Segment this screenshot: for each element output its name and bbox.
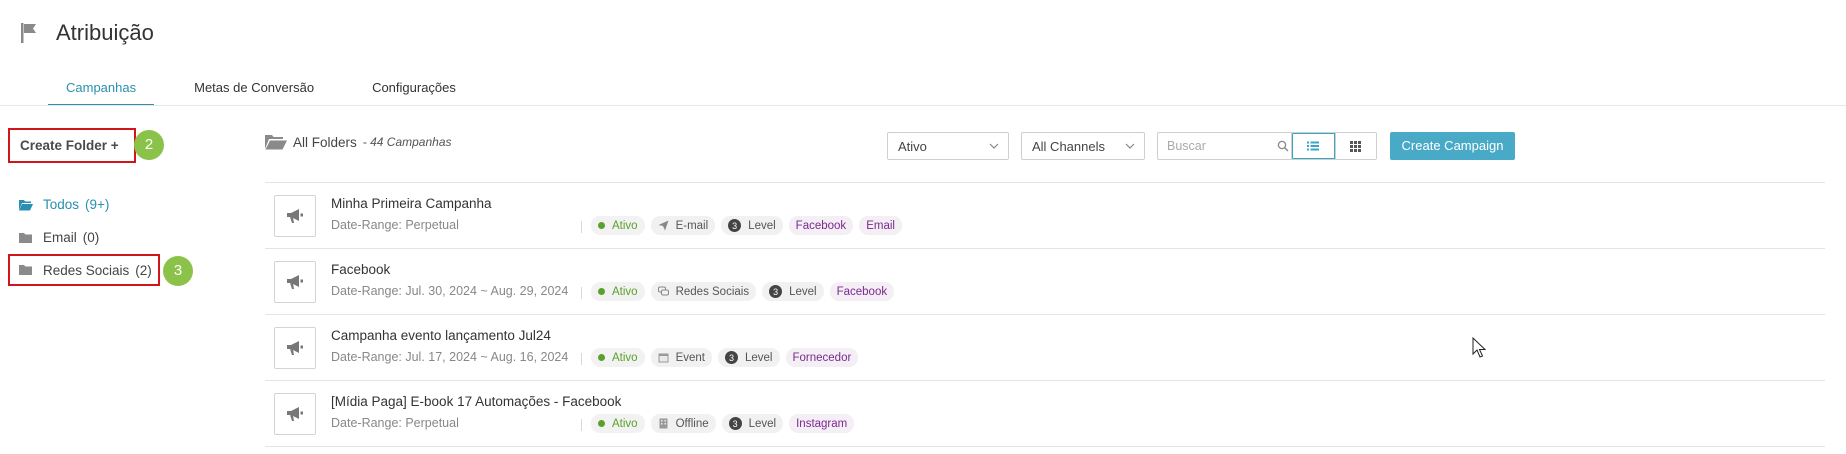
search-icon[interactable] bbox=[1277, 140, 1289, 152]
divider bbox=[581, 221, 582, 233]
channel-badge: Event bbox=[650, 348, 712, 367]
campaign-title[interactable]: Campanha evento lançamento Jul24 bbox=[331, 328, 551, 343]
level-badge: 3 Level bbox=[721, 414, 784, 433]
campaign-title[interactable]: Facebook bbox=[331, 262, 390, 277]
grid-view-button[interactable] bbox=[1334, 133, 1376, 159]
building-icon bbox=[659, 418, 668, 429]
status-dot-icon bbox=[598, 222, 605, 229]
folder-item-redes-sociais[interactable]: Redes Sociais (2) bbox=[8, 254, 160, 286]
megaphone-icon bbox=[274, 327, 316, 369]
page-header: Atribuição bbox=[20, 18, 154, 48]
send-icon bbox=[658, 220, 669, 231]
megaphone-icon bbox=[274, 393, 316, 435]
megaphone-icon bbox=[274, 261, 316, 303]
create-folder-button[interactable]: Create Folder + bbox=[8, 128, 136, 163]
divider bbox=[581, 419, 582, 431]
search-box bbox=[1157, 132, 1299, 160]
status-badge: Ativo bbox=[591, 282, 645, 301]
divider bbox=[581, 287, 582, 299]
channel-badge: Redes Sociais bbox=[650, 282, 757, 301]
folder-count: (2) bbox=[135, 262, 152, 278]
campaign-row[interactable]: Facebook Date-Range: Jul. 30, 2024 ~ Aug… bbox=[265, 249, 1825, 315]
channel-select-value: All Channels bbox=[1032, 139, 1105, 154]
campaign-tags: Ativo E-mail 3 Level Facebook Email bbox=[591, 216, 902, 235]
search-input[interactable] bbox=[1167, 134, 1277, 158]
level-badge: 3 Level bbox=[762, 282, 824, 301]
status-dot-icon bbox=[598, 288, 605, 295]
tag-badge: Facebook bbox=[788, 216, 854, 235]
campaign-row[interactable]: [Mídia Paga] E-book 17 Automações - Face… bbox=[265, 381, 1825, 447]
campaign-count: - 44 Campanhas bbox=[362, 135, 452, 149]
campaign-date-range: Date-Range: Perpetual bbox=[331, 416, 459, 430]
folder-open-icon bbox=[265, 135, 287, 150]
folder-open-icon bbox=[19, 199, 33, 210]
campaign-list: Minha Primeira Campanha Date-Range: Perp… bbox=[265, 182, 1825, 447]
folder-icon bbox=[19, 265, 32, 275]
status-select-value: Ativo bbox=[898, 139, 927, 154]
toolbar: All Folders - 44 Campanhas Ativo All Cha… bbox=[265, 131, 1826, 161]
channel-badge: Offline bbox=[650, 414, 716, 433]
campaign-date-range: Date-Range: Jul. 30, 2024 ~ Aug. 29, 202… bbox=[331, 284, 569, 298]
campaign-tags: Ativo Event 3 Level Fornecedor bbox=[591, 348, 859, 367]
folder-label: Redes Sociais bbox=[43, 262, 130, 278]
level-badge: 3 Level bbox=[721, 216, 783, 235]
status-dot-icon bbox=[598, 354, 605, 361]
status-dot-icon bbox=[598, 420, 605, 427]
all-folders-label: All Folders bbox=[293, 134, 357, 150]
all-folders-breadcrumb[interactable]: All Folders - 44 Campanhas bbox=[265, 134, 452, 150]
chevron-down-icon bbox=[989, 143, 999, 149]
campaign-row[interactable]: Campanha evento lançamento Jul24 Date-Ra… bbox=[265, 315, 1825, 381]
channel-badge: E-mail bbox=[650, 216, 716, 235]
folder-count: (9+) bbox=[85, 197, 110, 212]
tab-campanhas[interactable]: Campanhas bbox=[48, 74, 155, 106]
step-badge-2: 2 bbox=[134, 130, 164, 160]
megaphone-icon bbox=[274, 195, 316, 237]
chevron-down-icon bbox=[1125, 143, 1135, 149]
folder-count: (0) bbox=[82, 230, 100, 245]
grid-icon bbox=[1350, 140, 1362, 152]
tab-configuracoes[interactable]: Configurações bbox=[354, 74, 474, 106]
step-badge-3: 3 bbox=[163, 256, 193, 286]
list-icon bbox=[1307, 141, 1320, 151]
folder-label: Todos bbox=[43, 197, 80, 212]
status-badge: Ativo bbox=[591, 348, 645, 367]
channel-select[interactable]: All Channels bbox=[1021, 132, 1145, 160]
campaign-title[interactable]: [Mídia Paga] E-book 17 Automações - Face… bbox=[331, 394, 621, 409]
status-select[interactable]: Ativo bbox=[887, 132, 1009, 160]
page-title: Atribuição bbox=[56, 20, 154, 45]
tag-badge: Fornecedor bbox=[785, 348, 859, 367]
folder-item-email[interactable]: Email (0) bbox=[8, 221, 208, 254]
flag-icon bbox=[21, 23, 36, 43]
mouse-cursor-icon bbox=[1472, 337, 1486, 358]
campaign-title[interactable]: Minha Primeira Campanha bbox=[331, 196, 492, 211]
tabs-divider bbox=[0, 105, 1846, 106]
tag-badge: Email bbox=[859, 216, 902, 235]
tab-metas-de-conversao[interactable]: Metas de Conversão bbox=[176, 74, 332, 106]
level-badge: 3 Level bbox=[718, 348, 780, 367]
status-badge: Ativo bbox=[591, 414, 645, 433]
divider bbox=[581, 353, 582, 365]
list-view-button[interactable] bbox=[1292, 133, 1335, 159]
folder-item-todos[interactable]: Todos (9+) bbox=[8, 188, 208, 221]
campaign-tags: Ativo Offline 3 Level Instagram bbox=[591, 414, 855, 433]
campaign-row[interactable]: Minha Primeira Campanha Date-Range: Perp… bbox=[265, 183, 1825, 249]
chat-icon bbox=[657, 286, 669, 296]
tag-badge: Instagram bbox=[789, 414, 855, 433]
tag-badge: Facebook bbox=[829, 282, 895, 301]
folder-label: Email bbox=[43, 230, 77, 245]
calendar-icon bbox=[658, 353, 669, 363]
create-campaign-button[interactable]: Create Campaign bbox=[1390, 132, 1515, 160]
campaign-tags: Ativo Redes Sociais 3 Level Facebook bbox=[591, 282, 895, 301]
view-toggle bbox=[1291, 132, 1377, 160]
status-badge: Ativo bbox=[591, 216, 645, 235]
campaign-date-range: Date-Range: Jul. 17, 2024 ~ Aug. 16, 202… bbox=[331, 350, 569, 364]
folder-icon bbox=[19, 232, 32, 243]
campaign-date-range: Date-Range: Perpetual bbox=[331, 218, 459, 232]
tab-bar: Campanhas Metas de Conversão Configuraçõ… bbox=[48, 74, 496, 106]
